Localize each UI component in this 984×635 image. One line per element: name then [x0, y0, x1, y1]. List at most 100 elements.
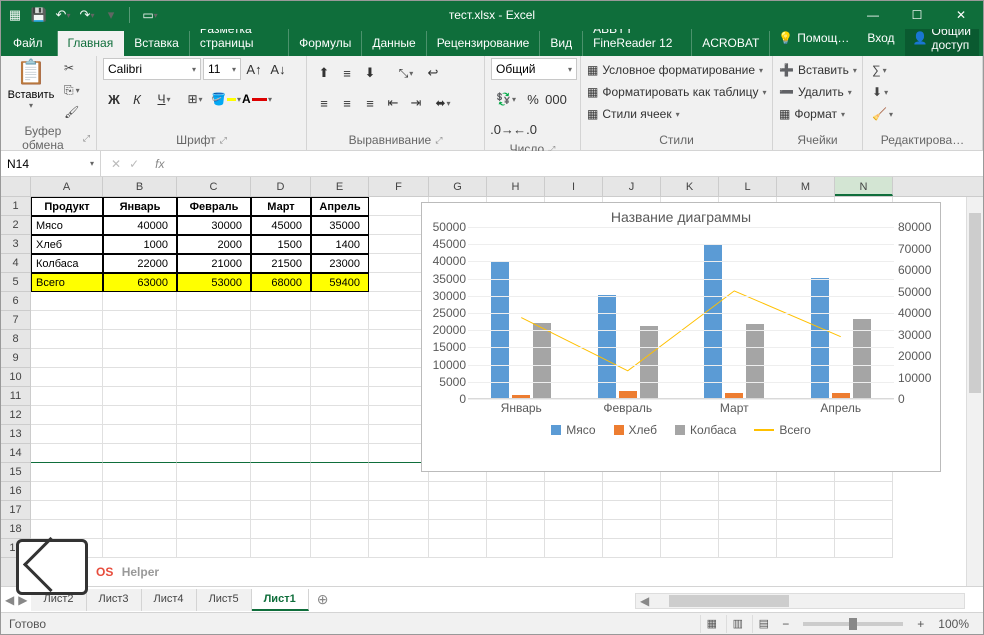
- cell[interactable]: [369, 216, 429, 235]
- cell[interactable]: [177, 539, 251, 558]
- cell[interactable]: [487, 520, 545, 539]
- cell[interactable]: [661, 501, 719, 520]
- cell[interactable]: [311, 311, 369, 330]
- align-right-icon[interactable]: ≡: [359, 92, 381, 114]
- autosum-button[interactable]: ∑ ▾: [869, 60, 896, 80]
- cell[interactable]: [777, 539, 835, 558]
- bold-button[interactable]: Ж: [103, 88, 125, 110]
- column-header-D[interactable]: D: [251, 177, 311, 196]
- cell[interactable]: [251, 425, 311, 444]
- new-sheet-button[interactable]: ⊕: [309, 591, 337, 608]
- merge-center-icon[interactable]: ⬌▾: [428, 92, 458, 114]
- number-format-combo[interactable]: Общий▾: [491, 58, 577, 80]
- cell[interactable]: [251, 444, 311, 463]
- cell[interactable]: [31, 501, 103, 520]
- qat-customize-icon[interactable]: ▾: [101, 5, 121, 25]
- border-button[interactable]: ⊞▾: [180, 88, 210, 110]
- cell[interactable]: [251, 330, 311, 349]
- row-header-16[interactable]: 16: [1, 482, 30, 501]
- cell[interactable]: [311, 482, 369, 501]
- cell[interactable]: [369, 197, 429, 216]
- copy-button[interactable]: ⎘ ▾: [61, 80, 83, 100]
- cell[interactable]: [661, 482, 719, 501]
- cell[interactable]: [429, 539, 487, 558]
- column-header-M[interactable]: M: [777, 177, 835, 196]
- cell[interactable]: [311, 330, 369, 349]
- cell[interactable]: [369, 539, 429, 558]
- cell[interactable]: 2000: [177, 235, 251, 254]
- enter-formula-icon[interactable]: ✓: [129, 157, 139, 171]
- legend-item[interactable]: Всего: [754, 423, 810, 437]
- font-size-combo[interactable]: 11▾: [203, 58, 241, 80]
- cell[interactable]: [103, 501, 177, 520]
- cell[interactable]: [369, 273, 429, 292]
- align-left-icon[interactable]: ≡: [313, 92, 335, 114]
- cell[interactable]: Март: [251, 197, 311, 216]
- align-bottom-icon[interactable]: ⬇: [359, 62, 381, 84]
- cell[interactable]: [177, 501, 251, 520]
- cell[interactable]: [369, 444, 429, 463]
- cell[interactable]: [311, 539, 369, 558]
- vertical-scrollbar[interactable]: [966, 197, 983, 586]
- tell-me[interactable]: 💡 Помощ…: [770, 27, 857, 49]
- cell[interactable]: [251, 463, 311, 482]
- cell[interactable]: [177, 349, 251, 368]
- cell[interactable]: [719, 539, 777, 558]
- underline-button[interactable]: Ч▾: [149, 88, 179, 110]
- ribbon-options-icon[interactable]: ▭▾: [138, 3, 162, 27]
- tab-acrobat[interactable]: ACROBAT: [692, 31, 770, 56]
- increase-decimal-icon[interactable]: .0→: [491, 118, 513, 140]
- align-middle-icon[interactable]: ≡: [336, 62, 358, 84]
- insert-cells-button[interactable]: ➕Вставить▾: [779, 60, 857, 80]
- format-cells-button[interactable]: ▦Формат▾: [779, 104, 845, 124]
- cell[interactable]: 30000: [177, 216, 251, 235]
- legend-item[interactable]: Мясо: [551, 423, 595, 437]
- cell[interactable]: [835, 482, 893, 501]
- fx-icon[interactable]: fx: [149, 157, 170, 171]
- cell[interactable]: [545, 539, 603, 558]
- cell[interactable]: [369, 501, 429, 520]
- name-box[interactable]: N14▾: [1, 151, 101, 176]
- cell[interactable]: [31, 406, 103, 425]
- cell[interactable]: Мясо: [31, 216, 103, 235]
- cell[interactable]: 45000: [251, 216, 311, 235]
- horizontal-scrollbar[interactable]: ◀: [635, 593, 965, 609]
- cell[interactable]: [369, 330, 429, 349]
- cell[interactable]: [103, 387, 177, 406]
- cell[interactable]: [545, 482, 603, 501]
- cell[interactable]: [103, 444, 177, 463]
- cell[interactable]: [777, 482, 835, 501]
- cell[interactable]: [251, 406, 311, 425]
- cell[interactable]: [429, 482, 487, 501]
- cell[interactable]: [835, 520, 893, 539]
- cell[interactable]: [835, 501, 893, 520]
- decrease-font-icon[interactable]: A↓: [267, 58, 289, 80]
- tab-insert[interactable]: Вставка: [124, 31, 190, 56]
- formula-input[interactable]: [170, 151, 983, 176]
- cell[interactable]: 21000: [177, 254, 251, 273]
- bar[interactable]: [619, 391, 637, 398]
- accounting-format-icon[interactable]: 💱▾: [491, 88, 521, 110]
- cell[interactable]: 21500: [251, 254, 311, 273]
- row-header-11[interactable]: 11: [1, 387, 30, 406]
- cell[interactable]: [31, 425, 103, 444]
- cell[interactable]: [719, 520, 777, 539]
- row-header-15[interactable]: 15: [1, 463, 30, 482]
- cell[interactable]: 22000: [103, 254, 177, 273]
- cell[interactable]: [31, 482, 103, 501]
- cell[interactable]: 40000: [103, 216, 177, 235]
- cell[interactable]: [369, 425, 429, 444]
- cell[interactable]: [103, 292, 177, 311]
- cell[interactable]: Колбаса: [31, 254, 103, 273]
- cell[interactable]: [177, 520, 251, 539]
- cell[interactable]: 1000: [103, 235, 177, 254]
- cell[interactable]: [31, 311, 103, 330]
- select-all-corner[interactable]: [1, 177, 30, 197]
- font-dialog-icon[interactable]: ⤢: [220, 135, 227, 146]
- page-layout-view-icon[interactable]: ▥: [726, 615, 748, 633]
- cell[interactable]: [311, 463, 369, 482]
- delete-cells-button[interactable]: ➖Удалить▾: [779, 82, 852, 102]
- fill-color-button[interactable]: 🪣▾: [211, 88, 241, 110]
- cell[interactable]: [487, 539, 545, 558]
- column-header-K[interactable]: K: [661, 177, 719, 196]
